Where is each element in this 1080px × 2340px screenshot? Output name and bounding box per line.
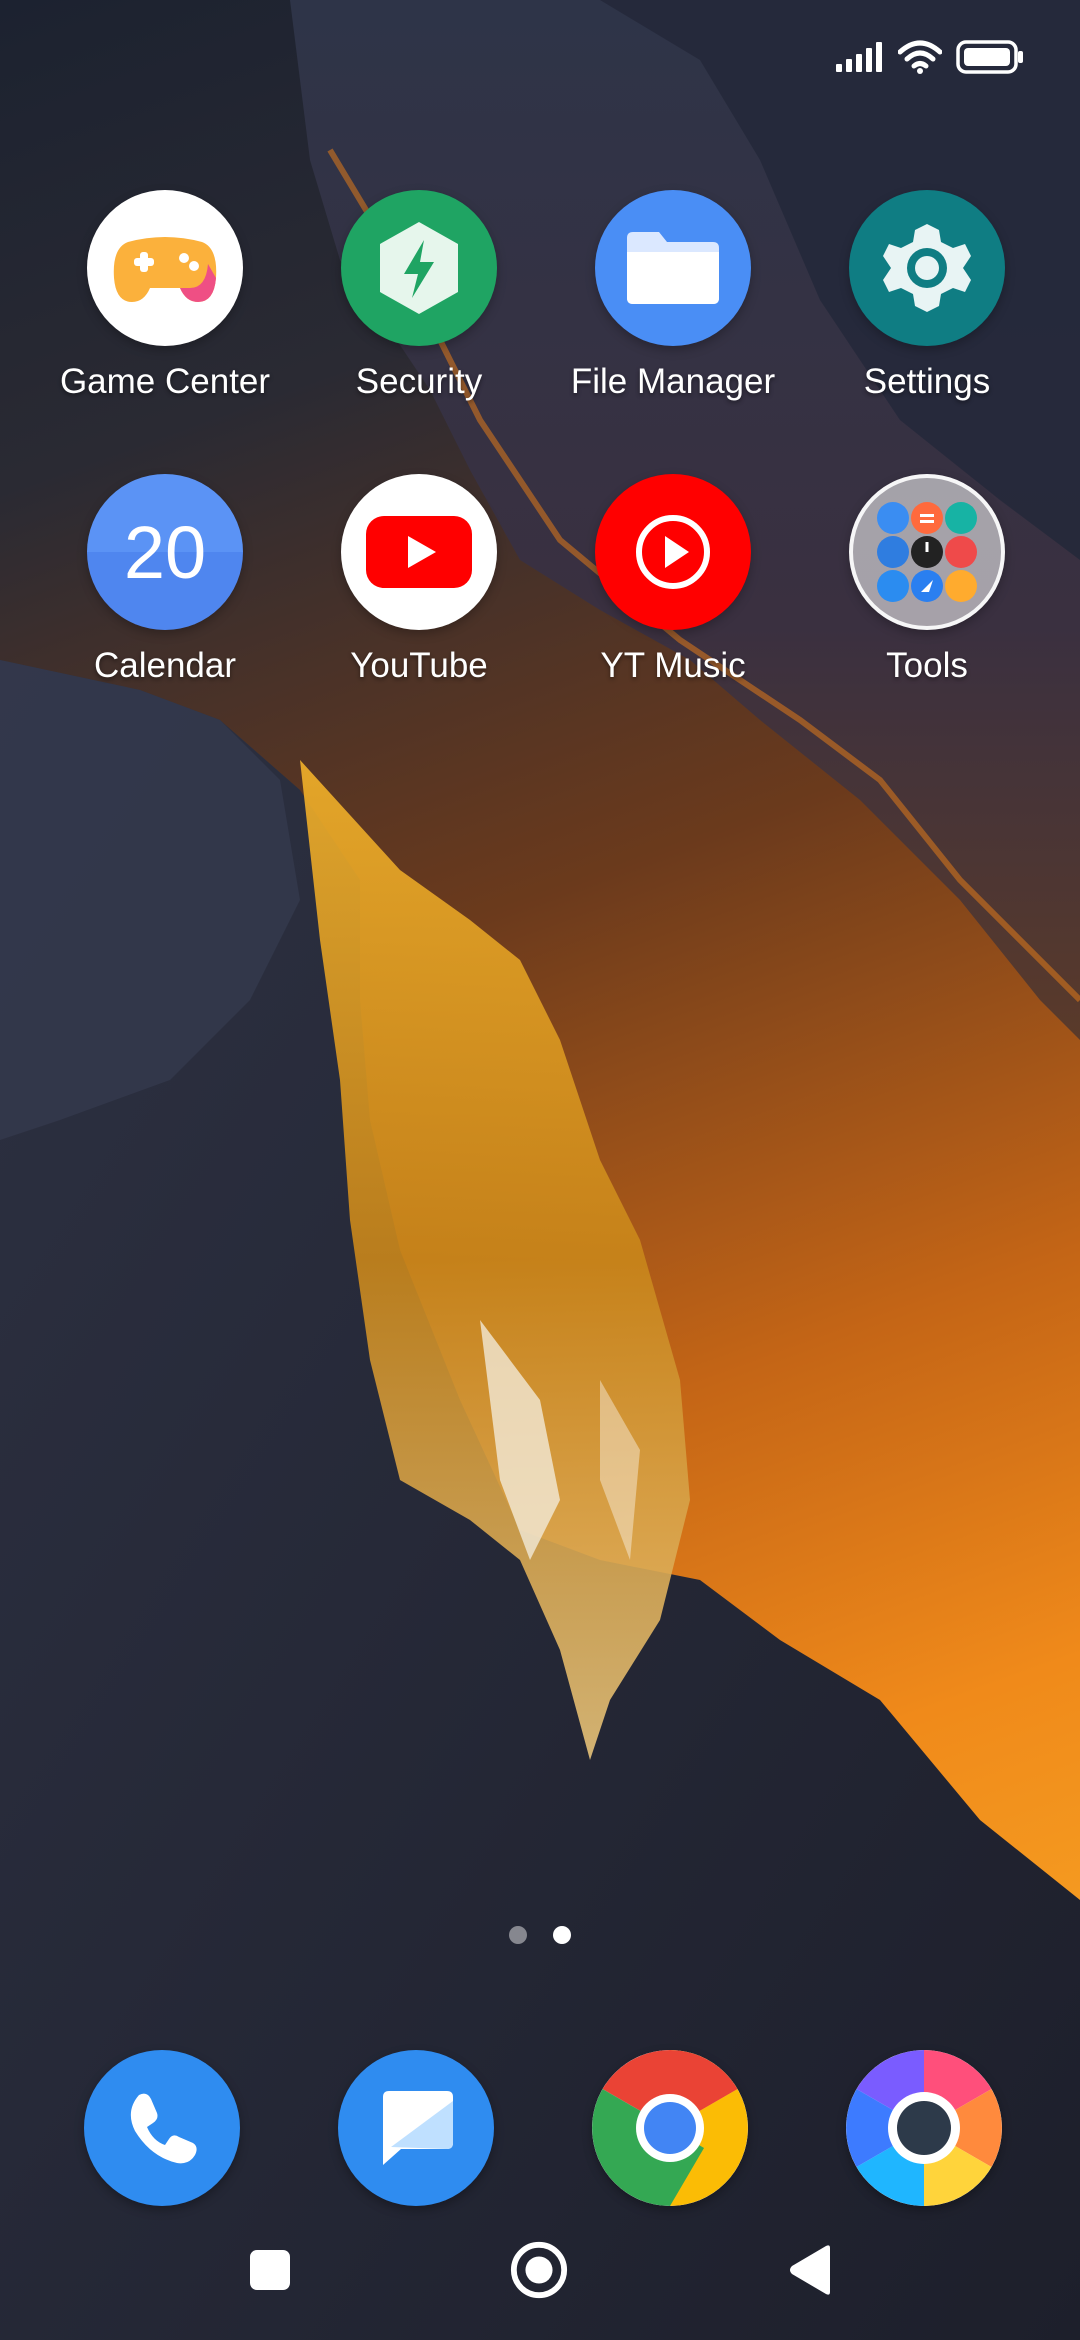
dock-chrome[interactable] [592,2050,748,2206]
app-tools-folder[interactable]: Tools [800,474,1054,686]
game-controller-icon [87,190,243,346]
app-label: YouTube [350,646,488,685]
yt-music-icon [595,474,751,630]
home-button[interactable] [509,2240,569,2300]
tools-folder-icon [849,474,1005,630]
messages-icon [383,2091,453,2165]
calendar-day: 20 [123,510,207,594]
app-label: Security [355,362,483,401]
app-label: Settings [863,362,991,401]
status-bar [836,40,1024,74]
browser-icon [846,2050,1002,2206]
app-calendar[interactable]: 20 Calendar [38,474,292,686]
app-security[interactable]: Security [292,190,546,402]
app-game-center[interactable]: Game Center [38,190,292,402]
app-settings[interactable]: Settings [800,190,1054,402]
app-label: File Manager [570,362,776,401]
app-yt-music[interactable]: YT Music [546,474,800,686]
app-label: Tools [886,646,968,685]
battery-icon [956,40,1023,74]
youtube-icon [341,474,497,630]
back-triangle-icon [790,2245,830,2295]
home-circle-icon [510,2241,568,2299]
recents-button[interactable] [240,2240,300,2300]
app-label: Game Center [59,362,271,401]
dock-browser[interactable] [846,2050,1002,2206]
folder-icon [595,190,751,346]
page-dot-2[interactable] [553,1926,571,1944]
app-label: YT Music [600,646,746,685]
page-indicator [0,1926,1080,1944]
gear-icon [849,190,1005,346]
wifi-icon [898,40,942,74]
dock-messages[interactable] [338,2050,494,2206]
security-bolt-icon [341,190,497,346]
cellular-signal-icon [836,42,882,72]
recents-square-icon [250,2250,290,2290]
dock-phone[interactable] [84,2050,240,2206]
chrome-icon [592,2050,748,2206]
phone-icon [130,2093,197,2164]
app-youtube[interactable]: YouTube [292,474,546,686]
calendar-icon: 20 [87,474,243,630]
app-label: Calendar [93,646,237,685]
back-button[interactable] [780,2240,840,2300]
app-file-manager[interactable]: File Manager [546,190,800,402]
page-dot-1[interactable] [509,1926,527,1944]
